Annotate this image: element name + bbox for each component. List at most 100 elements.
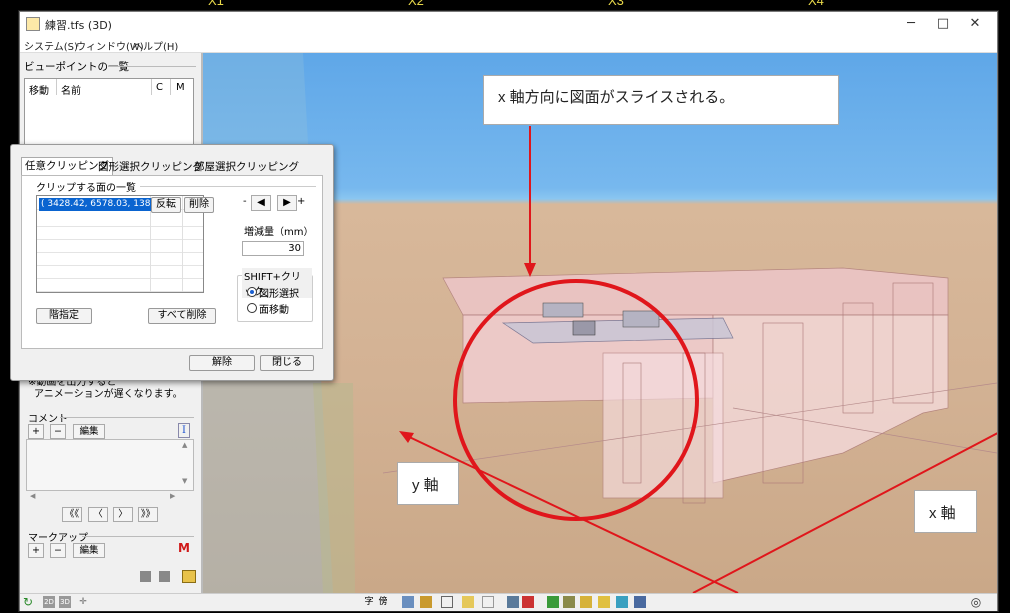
shift-click-group: SHIFT+クリック 図形選択 面移動 — [237, 268, 313, 322]
scroll-right-icon[interactable]: ▶ — [170, 492, 175, 500]
radio-plane-move[interactable] — [247, 303, 257, 313]
dialog-close-button[interactable]: 閉じる — [260, 355, 314, 371]
divider — [82, 536, 194, 537]
tool-icon[interactable] — [563, 596, 575, 608]
increment-input[interactable]: 30 — [242, 241, 304, 256]
scroll-up-icon[interactable]: ▲ — [182, 441, 187, 449]
divider — [60, 417, 194, 418]
comment-last-button[interactable]: 》》 — [138, 507, 158, 522]
maximize-button[interactable]: □ — [928, 14, 958, 34]
char-button[interactable]: 字 — [363, 596, 375, 608]
delete-all-button[interactable]: すべて削除 — [148, 308, 216, 324]
minimize-button[interactable]: ─ — [896, 14, 926, 34]
record-square-icon[interactable] — [140, 571, 151, 582]
tool-icon[interactable] — [547, 596, 559, 608]
comment-next-button[interactable]: 〉 — [113, 507, 133, 522]
divider — [182, 196, 183, 292]
step-right-icon[interactable]: ▶ — [277, 195, 297, 211]
building-right — [712, 314, 949, 484]
comment-edit-button[interactable]: 編集 — [73, 424, 105, 439]
radio-shape-select[interactable] — [247, 287, 257, 297]
menu-bar: システム(S) ウィンドウ(W) ヘルプ(H) — [20, 36, 997, 53]
view-2d-button[interactable]: 2D — [43, 596, 55, 608]
menu-help[interactable]: ヘルプ(H) — [133, 38, 178, 53]
step-left-icon[interactable]: ◀ — [251, 195, 271, 211]
comment-first-button[interactable]: 《《 — [62, 507, 82, 522]
table-row[interactable] — [37, 226, 203, 240]
table-row[interactable] — [37, 265, 203, 279]
col-move[interactable]: 移動 — [29, 82, 49, 97]
markup-remove-button[interactable]: − — [50, 543, 66, 558]
col-c[interactable]: C — [156, 82, 163, 93]
clip-plane-list[interactable]: ( 3428.42, 6578.03, 1383.9 ) 反転 削除 — [36, 195, 214, 293]
grid-label-x2: X2 — [408, 0, 424, 8]
tool-icon[interactable] — [580, 596, 592, 608]
tool-icon[interactable] — [462, 596, 474, 608]
markup-add-button[interactable]: + — [28, 543, 44, 558]
tool-icon[interactable] — [616, 596, 628, 608]
tab-shape-clipping[interactable]: 図形選択クリッピング — [95, 159, 206, 175]
folder-open-icon[interactable] — [182, 570, 196, 583]
globe-icon[interactable]: ◎ — [970, 596, 982, 608]
crosshair-icon[interactable]: ✛ — [77, 596, 89, 608]
app-icon — [26, 17, 40, 31]
title-bar[interactable]: 練習.tfs (3D) ─ □ ✕ — [20, 12, 997, 36]
clip-list-label: クリップする面の一覧 — [36, 183, 136, 194]
scroll-left-icon[interactable]: ◀ — [30, 492, 35, 500]
bottom-toolbar: ↻ 2D 3D ✛ 字 傍 ◎ — [20, 593, 997, 611]
tool-icon[interactable] — [634, 596, 646, 608]
table-row[interactable] — [37, 252, 203, 266]
tool-icon[interactable] — [420, 596, 432, 608]
table-row[interactable] — [37, 278, 203, 292]
tool-icon[interactable] — [441, 596, 453, 608]
grid-label-x4: X4 — [808, 0, 824, 8]
note-line-2: アニメーションが遅くなります。 — [34, 389, 183, 400]
grid-label-x1: X1 — [208, 0, 224, 8]
radio-shape-label[interactable]: 図形選択 — [259, 285, 299, 300]
callout-slice: x 軸方向に図面がスライスされる。 — [483, 75, 839, 125]
comment-prev-button[interactable]: 〈 — [88, 507, 108, 522]
tool-icon[interactable] — [598, 596, 610, 608]
comment-remove-button[interactable]: − — [50, 424, 66, 439]
callout-y-axis: y 軸 — [397, 462, 459, 505]
table-row[interactable] — [37, 213, 203, 227]
divider — [151, 79, 152, 95]
radio-move-label[interactable]: 面移動 — [259, 301, 289, 316]
table-row[interactable] — [37, 239, 203, 253]
col-name[interactable]: 名前 — [61, 82, 81, 97]
scroll-down-icon[interactable]: ▼ — [182, 477, 187, 485]
view-3d-button[interactable]: 3D — [59, 596, 71, 608]
divider — [140, 186, 316, 187]
tool-icon[interactable] — [507, 596, 519, 608]
clipping-dialog: 任意クリッピング 図形選択クリッピング 部屋選択クリッピング クリップする面の一… — [10, 144, 334, 381]
bou-button[interactable]: 傍 — [377, 596, 389, 608]
divider — [56, 79, 57, 95]
grid-label-x3: X3 — [608, 0, 624, 8]
divider — [108, 66, 196, 67]
delete-row-button[interactable]: 削除 — [184, 197, 214, 213]
stop-square-icon[interactable] — [159, 571, 170, 582]
tool-icon[interactable] — [402, 596, 414, 608]
tool-icon[interactable] — [522, 596, 534, 608]
set-floor-button[interactable]: 階指定 — [36, 308, 92, 324]
release-button[interactable]: 解除 — [189, 355, 255, 371]
step-plus-label: + — [297, 196, 306, 207]
refresh-icon[interactable]: ↻ — [22, 596, 34, 608]
building-top — [442, 267, 949, 316]
comment-add-button[interactable]: + — [28, 424, 44, 439]
step-minus-label: - — [243, 196, 247, 207]
comment-textarea[interactable] — [26, 439, 194, 491]
close-button[interactable]: ✕ — [960, 14, 990, 34]
col-m[interactable]: M — [176, 82, 185, 93]
tool-icon[interactable] — [482, 596, 494, 608]
markup-edit-button[interactable]: 編集 — [73, 543, 105, 558]
menu-system[interactable]: システム(S) — [24, 38, 78, 53]
tab-room-clipping[interactable]: 部屋選択クリッピング — [191, 159, 302, 175]
markup-m-icon[interactable]: M — [178, 542, 190, 555]
reverse-button[interactable]: 反転 — [151, 197, 181, 213]
y-axis-arrow-head — [399, 431, 414, 443]
text-cursor-icon[interactable]: I — [178, 423, 190, 438]
viewpoint-list[interactable]: 移動 名前 C M — [24, 78, 194, 150]
markup-label: マークアップ — [28, 533, 88, 544]
equipment — [622, 310, 660, 328]
